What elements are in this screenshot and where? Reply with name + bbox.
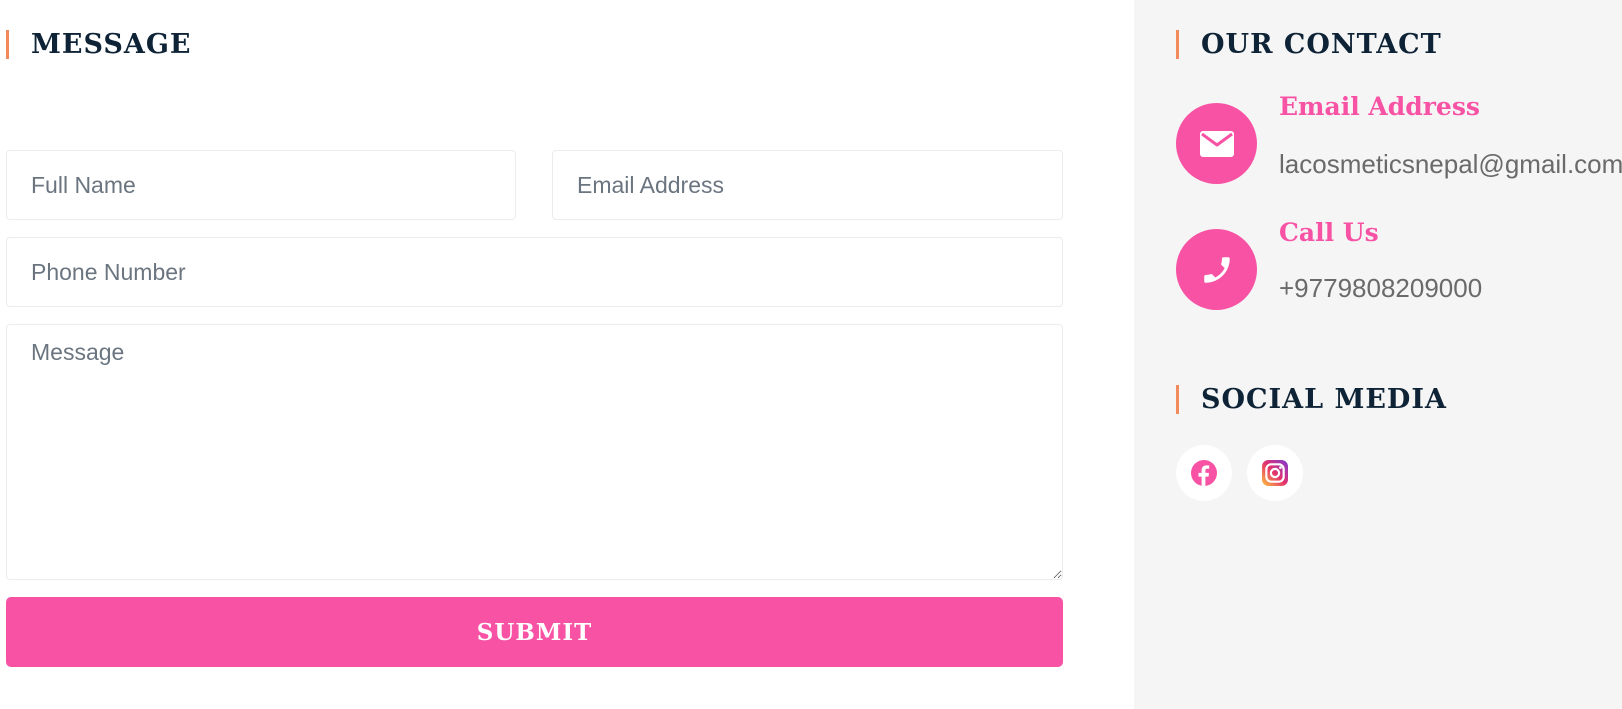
phone-value[interactable]: +9779808209000 — [1279, 273, 1482, 304]
heading-accent-bar — [1176, 385, 1179, 414]
full-name-input[interactable] — [6, 150, 516, 220]
phone-icon — [1203, 256, 1230, 283]
social-title: SOCIAL MEDIA — [1201, 384, 1447, 415]
email-label: Email Address — [1279, 92, 1480, 121]
message-title: MESSAGE — [31, 29, 192, 60]
email-input[interactable] — [552, 150, 1063, 220]
message-heading: MESSAGE — [6, 29, 191, 60]
social-heading: SOCIAL MEDIA — [1176, 384, 1447, 415]
call-label: Call Us — [1279, 218, 1379, 247]
envelope-icon — [1199, 130, 1234, 157]
instagram-icon — [1262, 460, 1288, 486]
facebook-icon — [1191, 460, 1217, 486]
submit-button[interactable]: SUBMIT — [6, 597, 1063, 667]
email-value[interactable]: lacosmeticsnepal@gmail.com — [1279, 149, 1622, 180]
facebook-link[interactable] — [1176, 445, 1232, 501]
instagram-link[interactable] — [1247, 445, 1303, 501]
email-icon-circle — [1176, 103, 1257, 184]
message-panel: MESSAGE SUBMIT — [0, 0, 1134, 709]
contact-sidebar: OUR CONTACT Email Address lacosmeticsnep… — [1134, 0, 1622, 709]
contact-heading: OUR CONTACT — [1176, 29, 1442, 60]
heading-accent-bar — [1176, 30, 1179, 59]
heading-accent-bar — [6, 30, 9, 59]
phone-input[interactable] — [6, 237, 1063, 307]
phone-icon-circle — [1176, 229, 1257, 310]
contact-title: OUR CONTACT — [1201, 29, 1442, 60]
message-textarea[interactable] — [6, 324, 1063, 580]
